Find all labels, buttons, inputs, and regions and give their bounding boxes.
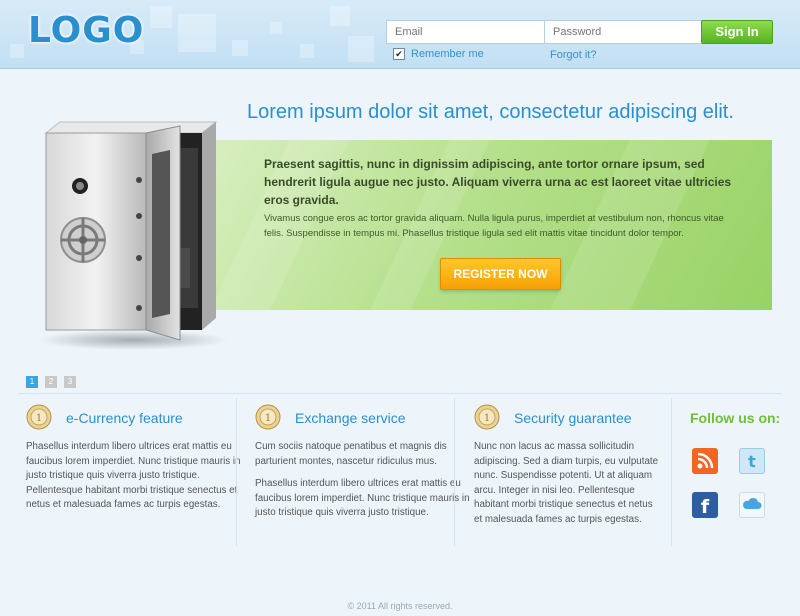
hero-lead: Praesent sagittis, nunc in dignissim adi… [264,157,732,207]
svg-text:t: t [748,452,756,471]
remember-label: Remember me [411,48,484,60]
slider-page-3[interactable]: 3 [64,376,76,388]
slider-pagination: 1 2 3 [26,376,76,388]
facebook-icon[interactable]: f [692,492,718,518]
coin-icon: 1 [26,404,52,430]
svg-text:f: f [701,496,710,518]
header: LOGO Sign In ✔ Remember me Forgot it? [0,0,800,69]
svg-text:1: 1 [265,413,271,424]
slider-page-2[interactable]: 2 [45,376,57,388]
column-divider [236,398,237,546]
register-button[interactable]: REGISTER NOW [440,258,561,290]
sign-in-button[interactable]: Sign In [701,20,773,44]
rss-icon[interactable] [692,448,718,474]
follow-us-title: Follow us on: [690,410,781,426]
svg-text:1: 1 [484,413,490,424]
hero-text: Vivamus congue eros ac tortor gravida al… [264,213,724,239]
feature-title: e-Currency feature [66,410,183,426]
feature-text: Phasellus interdum libero ultrices erat … [26,441,241,510]
password-input[interactable] [544,20,718,44]
cloud-icon[interactable] [739,492,765,518]
email-input[interactable] [386,20,560,44]
slider-page-1[interactable]: 1 [26,376,38,388]
hero-title: Lorem ipsum dolor sit amet, consectetur … [247,101,734,123]
coin-icon: 1 [474,404,500,430]
safe-illustration [38,121,228,350]
twitter-icon[interactable]: t [739,448,765,474]
feature-title: Exchange service [295,410,406,426]
feature-text: Nunc non lacus ac massa sollicitudin adi… [474,441,659,525]
coin-icon: 1 [255,404,281,430]
divider [18,393,782,394]
column-divider [671,398,672,546]
remember-me[interactable]: ✔ Remember me [393,48,484,60]
forgot-password-link[interactable]: Forgot it? [550,49,596,61]
feature-title: Security guarantee [514,410,632,426]
feature-text: Phasellus interdum libero ultrices erat … [255,478,470,518]
footer-copyright: © 2011 All rights reserved. [347,601,453,611]
remember-checkbox[interactable]: ✔ [393,48,405,60]
column-divider [454,398,455,546]
svg-text:1: 1 [36,413,42,424]
feature-text: Cum sociis natoque penatibus et magnis d… [255,441,447,467]
logo[interactable]: LOGO [28,10,144,51]
